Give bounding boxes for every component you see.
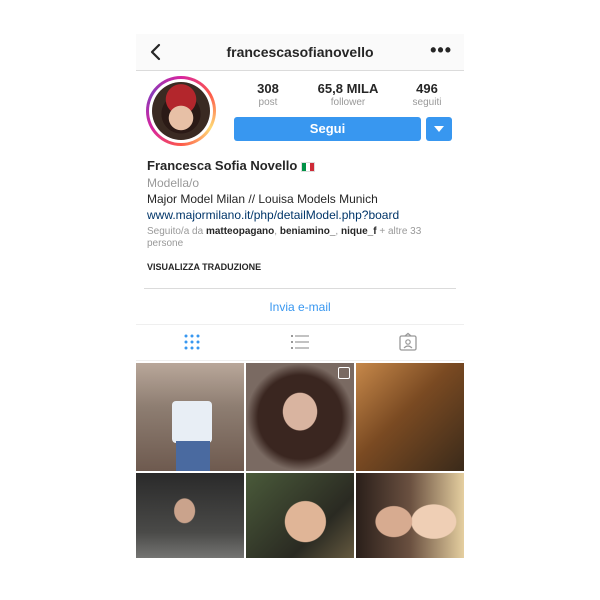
- profile-photo: [152, 82, 210, 140]
- chevron-left-icon[interactable]: [146, 42, 166, 62]
- following-label: seguiti: [412, 97, 442, 108]
- chevron-down-icon[interactable]: [426, 117, 452, 141]
- stat-following[interactable]: 496 seguiti: [398, 81, 456, 108]
- follower-link-3[interactable]: nique_f: [341, 226, 377, 237]
- italy-flag-icon: [301, 161, 316, 172]
- grid-icon[interactable]: [182, 332, 202, 352]
- tagged-icon[interactable]: [398, 332, 418, 352]
- follower-link-1[interactable]: matteopagano: [206, 226, 274, 237]
- grid-photo[interactable]: [356, 363, 464, 471]
- translate-button[interactable]: VISUALIZZA TRADUZIONE: [147, 262, 261, 272]
- stat-followers[interactable]: 65,8 MILA follower: [298, 81, 398, 108]
- divider: [136, 360, 464, 361]
- profile-screen: francescasofianovello ••• 308 post 65,8 …: [136, 34, 464, 558]
- profile-category: Modella/o: [147, 176, 200, 190]
- profile-link[interactable]: www.majormilano.it/php/detailModel.php?b…: [147, 208, 399, 222]
- posts-label: post: [258, 97, 278, 108]
- grid-photo[interactable]: [136, 473, 244, 558]
- profile-name: Francesca Sofia Novello: [147, 158, 316, 173]
- grid-photo[interactable]: [246, 363, 354, 471]
- followed-by: Seguito/a da matteopagano, beniamino_, n…: [147, 226, 422, 249]
- more-options-icon[interactable]: •••: [430, 40, 452, 60]
- multiple-photos-icon: [338, 367, 350, 379]
- email-button[interactable]: Invia e-mail: [136, 300, 464, 314]
- photo-grid: [136, 363, 464, 558]
- grid-photo[interactable]: [246, 473, 354, 558]
- profile-name-text: Francesca Sofia Novello: [147, 158, 298, 173]
- following-count: 496: [416, 81, 438, 96]
- list-icon[interactable]: [290, 332, 310, 352]
- followed-by-prefix: Seguito/a da: [147, 226, 206, 237]
- profile-bio: Major Model Milan // Louisa Models Munic…: [147, 192, 378, 206]
- divider: [144, 288, 456, 289]
- divider: [136, 324, 464, 325]
- grid-photo[interactable]: [136, 363, 244, 471]
- stats-row: 308 post 65,8 MILA follower 496 seguiti: [234, 81, 460, 111]
- top-bar: francescasofianovello •••: [136, 34, 464, 71]
- posts-count: 308: [257, 81, 279, 96]
- follower-link-2[interactable]: beniamino_: [280, 226, 336, 237]
- followers-count: 65,8 MILA: [317, 81, 379, 96]
- follow-button[interactable]: Segui: [234, 117, 421, 141]
- username-title: francescasofianovello: [226, 44, 374, 60]
- followers-label: follower: [330, 97, 366, 108]
- stat-posts[interactable]: 308 post: [240, 81, 296, 108]
- avatar[interactable]: [146, 76, 216, 146]
- grid-photo[interactable]: [356, 473, 464, 558]
